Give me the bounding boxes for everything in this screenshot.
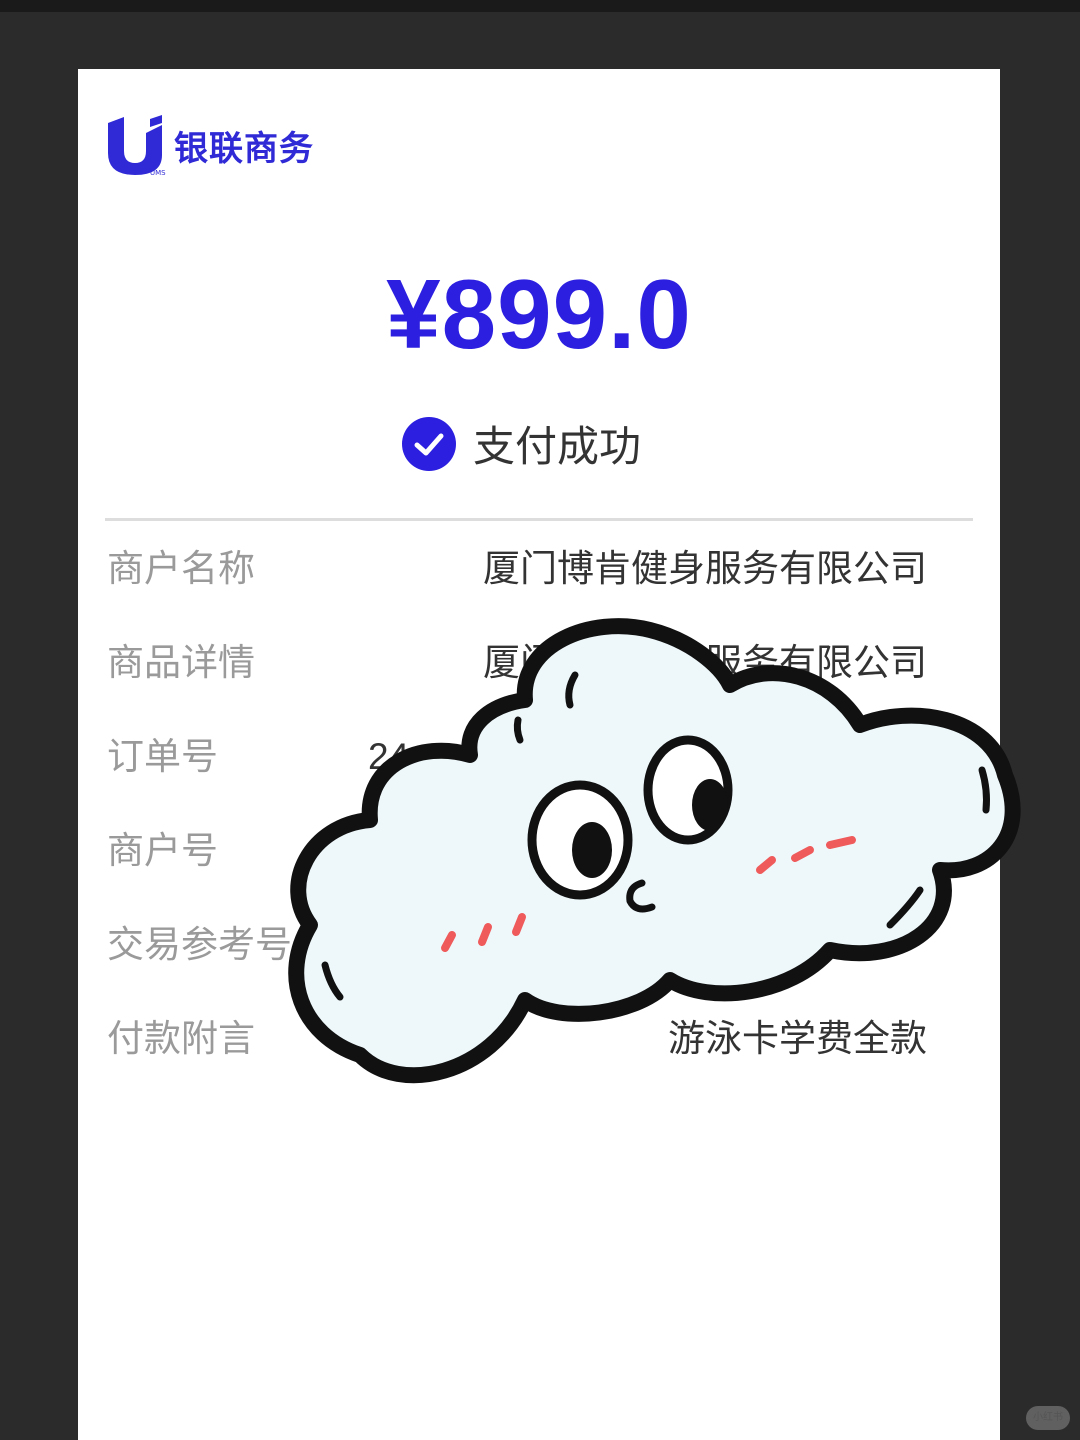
cloud-character-sticker xyxy=(288,618,1021,1084)
payment-status-text: 支付成功 xyxy=(472,422,641,471)
detail-label: 订单号 xyxy=(107,735,218,778)
payment-status: 支付成功 xyxy=(78,413,1000,474)
divider xyxy=(105,518,973,521)
watermark: 小红书 xyxy=(1026,1406,1070,1430)
detail-label: 交易参考号 xyxy=(107,923,292,966)
brand-header: UMS 银联商务 xyxy=(104,113,314,183)
detail-value: 厦门博肯健身服务有限公司 xyxy=(483,547,927,590)
detail-label: 商户名称 xyxy=(107,547,255,590)
top-strip xyxy=(0,0,1080,12)
detail-label: 商品详情 xyxy=(107,641,255,684)
brand-name: 银联商务 xyxy=(174,128,314,169)
detail-label: 商户号 xyxy=(107,829,218,872)
check-circle-icon xyxy=(401,416,456,471)
detail-label: 付款附言 xyxy=(107,1017,255,1060)
payment-amount: ¥899.0 xyxy=(386,259,692,369)
logo-caption: UMS xyxy=(150,169,166,177)
detail-row-merchant-name: 商户名称 厦门博肯健身服务有限公司 xyxy=(78,529,1000,609)
unionpay-u-logo-icon: UMS xyxy=(104,115,166,181)
